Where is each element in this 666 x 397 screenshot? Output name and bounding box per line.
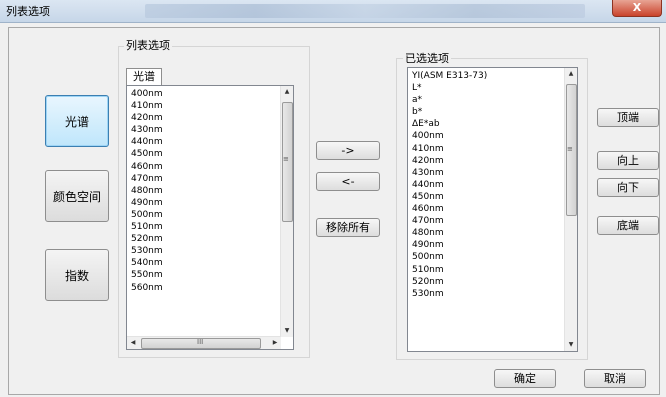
scroll-right-arrow-icon[interactable]: ▶ — [269, 337, 281, 349]
available-option-item[interactable]: 490nm — [131, 197, 279, 209]
selected-option-item[interactable]: L* — [412, 82, 563, 94]
available-option-item[interactable]: 480nm — [131, 185, 279, 197]
selected-option-item[interactable]: 410nm — [412, 143, 563, 155]
selected-option-item[interactable]: 420nm — [412, 155, 563, 167]
selected-option-item[interactable]: 430nm — [412, 167, 563, 179]
scroll-left-arrow-icon[interactable]: ◀ — [127, 337, 139, 349]
category-index-label: 指数 — [64, 268, 89, 283]
available-option-item[interactable]: 550nm — [131, 269, 279, 281]
available-option-item[interactable]: 400nm — [131, 88, 279, 100]
selected-list-vertical-scrollbar[interactable]: ▲ ≡ ▼ — [564, 68, 577, 351]
scroll-up-arrow-icon[interactable]: ▲ — [281, 86, 293, 98]
scroll-grip-icon: III — [197, 338, 204, 346]
available-option-item[interactable]: 560nm — [131, 282, 279, 294]
selected-option-item[interactable]: 460nm — [412, 203, 563, 215]
available-list-horizontal-scrollbar[interactable]: ◀ III ▶ — [127, 336, 281, 349]
selected-option-item[interactable]: b* — [412, 106, 563, 118]
selected-option-item[interactable]: 400nm — [412, 130, 563, 142]
available-options-list[interactable]: 400nm 410nm 420nm 430nm 440nm 450nm 460nm 470nm… — [126, 85, 294, 350]
category-color-space-label: 颜色空间 — [52, 189, 101, 204]
list-options-group-label: 列表选项 — [124, 37, 172, 53]
scroll-up-arrow-icon[interactable]: ▲ — [565, 68, 577, 80]
move-up-button[interactable]: 向上 — [597, 151, 659, 170]
category-spectrum-button[interactable]: 光谱 — [45, 95, 109, 147]
selected-option-item[interactable]: a* — [412, 94, 563, 106]
available-option-item[interactable]: 450nm — [131, 148, 279, 160]
close-button[interactable]: X — [612, 0, 662, 17]
cancel-button[interactable]: 取消 — [584, 369, 646, 388]
selected-option-item[interactable]: 500nm — [412, 251, 563, 263]
selected-option-item[interactable]: YI(ASM E313-73) — [412, 70, 563, 82]
window-title: 列表选项 — [6, 5, 50, 18]
category-index-button[interactable]: 指数 — [45, 249, 109, 301]
available-option-item[interactable]: 510nm — [131, 221, 279, 233]
remove-all-button[interactable]: 移除所有 — [316, 218, 380, 237]
selected-options-group-label: 已选选项 — [403, 50, 451, 66]
category-spectrum-label: 光谱 — [64, 114, 89, 129]
tab-spectrum[interactable]: 光谱 — [126, 68, 162, 85]
title-bar-blurred-content — [145, 4, 585, 18]
available-option-item[interactable]: 500nm — [131, 209, 279, 221]
selected-option-item[interactable]: 520nm — [412, 276, 563, 288]
available-option-item[interactable]: 540nm — [131, 257, 279, 269]
available-option-item[interactable]: 430nm — [131, 124, 279, 136]
add-selected-button[interactable]: -> — [316, 141, 380, 160]
selected-option-item[interactable]: 510nm — [412, 264, 563, 276]
tab-spectrum-label: 光谱 — [133, 70, 155, 83]
category-color-space-button[interactable]: 颜色空间 — [45, 170, 109, 222]
selected-option-item[interactable]: 490nm — [412, 239, 563, 251]
selected-option-item[interactable]: 480nm — [412, 227, 563, 239]
scroll-grip-icon: ≡ — [567, 145, 573, 153]
selected-option-item[interactable]: 470nm — [412, 215, 563, 227]
available-option-item[interactable]: 470nm — [131, 173, 279, 185]
move-to-bottom-button[interactable]: 底端 — [597, 216, 659, 235]
available-option-item[interactable]: 460nm — [131, 161, 279, 173]
available-list-vertical-scrollbar[interactable]: ▲ ≡ ▼ — [280, 86, 293, 337]
ok-button[interactable]: 确定 — [494, 369, 556, 388]
selected-option-item[interactable]: 440nm — [412, 179, 563, 191]
selected-options-items: YI(ASM E313-73) L* a* b* ΔE*ab 400nm 410nm 420n… — [412, 70, 563, 300]
selected-option-item[interactable]: ΔE*ab — [412, 118, 563, 130]
scroll-down-arrow-icon[interactable]: ▼ — [281, 325, 293, 337]
available-option-item[interactable]: 410nm — [131, 100, 279, 112]
available-option-item[interactable]: 440nm — [131, 136, 279, 148]
available-option-item[interactable]: 520nm — [131, 233, 279, 245]
remove-selected-button[interactable]: <- — [316, 172, 380, 191]
available-options-items: 400nm 410nm 420nm 430nm 440nm 450nm 460nm 470nm… — [131, 88, 279, 294]
scroll-grip-icon: ≡ — [283, 155, 289, 163]
title-bar: 列表选项 X — [0, 0, 666, 23]
move-down-button[interactable]: 向下 — [597, 178, 659, 197]
selected-options-list[interactable]: YI(ASM E313-73) L* a* b* ΔE*ab 400nm 410nm 420n… — [407, 67, 578, 352]
available-option-item[interactable]: 530nm — [131, 245, 279, 257]
scroll-down-arrow-icon[interactable]: ▼ — [565, 339, 577, 351]
selected-option-item[interactable]: 450nm — [412, 191, 563, 203]
available-option-item[interactable]: 420nm — [131, 112, 279, 124]
selected-option-item[interactable]: 530nm — [412, 288, 563, 300]
move-to-top-button[interactable]: 顶端 — [597, 108, 659, 127]
